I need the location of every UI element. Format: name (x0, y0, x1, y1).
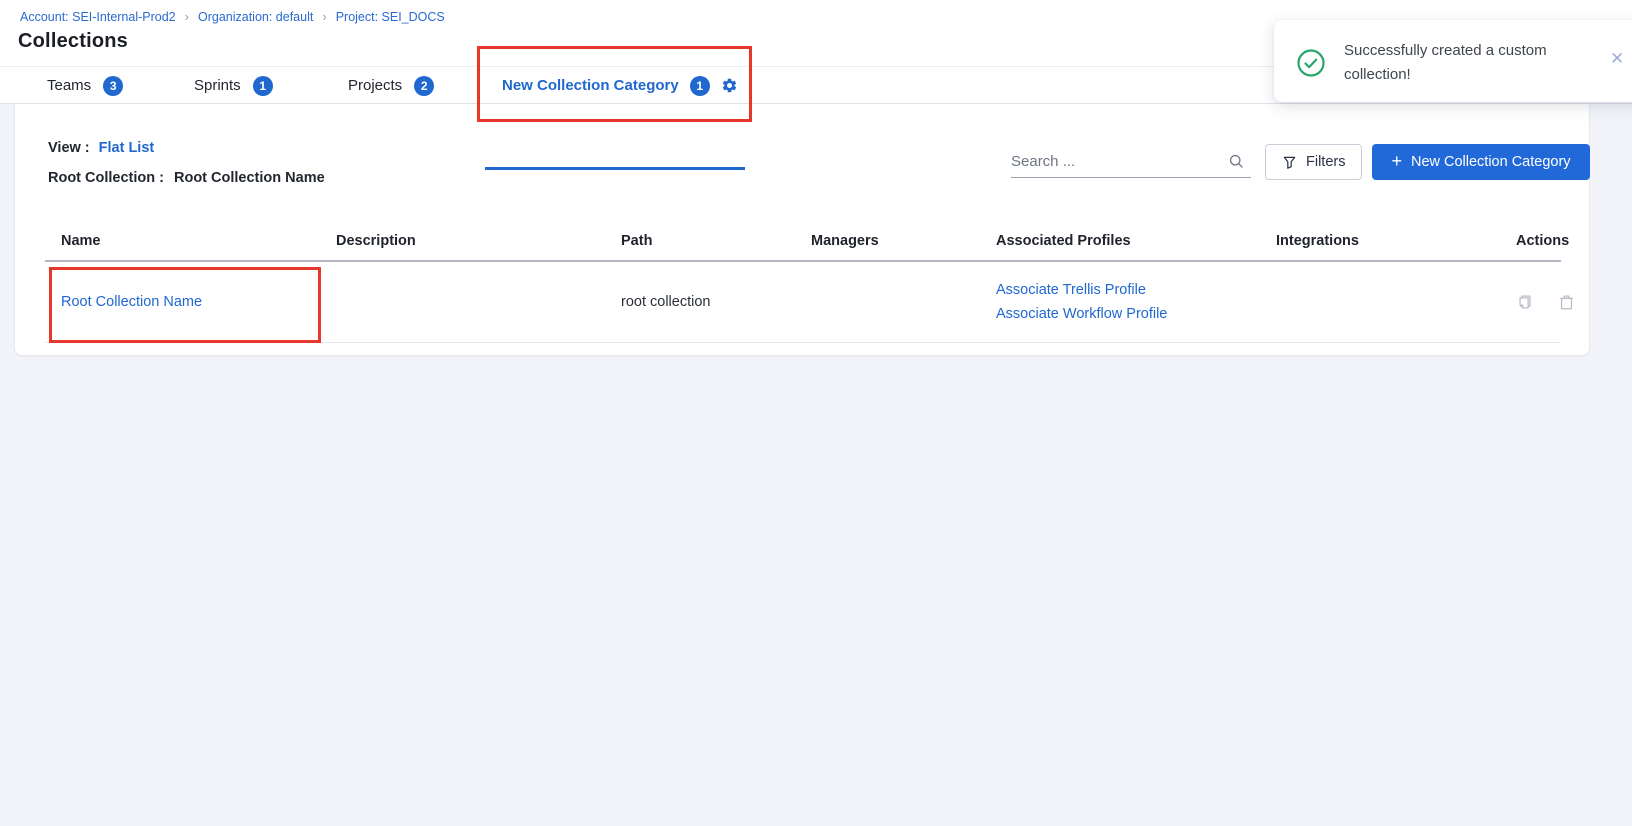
breadcrumb: Account: SEI-Internal-Prod2 › Organizati… (20, 9, 445, 24)
tab-count-badge: 3 (103, 76, 123, 96)
search-icon[interactable] (1228, 153, 1245, 170)
associate-workflow-profile-link[interactable]: Associate Workflow Profile (996, 306, 1260, 322)
filters-button-label: Filters (1306, 154, 1345, 170)
active-tab-underline (485, 167, 745, 170)
table-row-root-collection-name: Root Collection Name root collection Ass… (45, 262, 1561, 343)
tab-teams[interactable]: Teams 3 (47, 67, 123, 104)
plus-icon: + (1391, 152, 1402, 170)
cell-associated-profiles: Associate Trellis Profile Associate Work… (980, 282, 1260, 322)
column-header-integrations: Integrations (1260, 233, 1500, 249)
gear-icon[interactable] (721, 77, 738, 94)
table-header-row: Name Description Path Managers Associate… (45, 222, 1561, 260)
tab-new-collection-category[interactable]: New Collection Category 1 (502, 67, 738, 104)
cell-actions (1500, 293, 1595, 311)
copy-icon[interactable] (1516, 293, 1534, 311)
filters-button[interactable]: Filters (1265, 144, 1362, 180)
column-header-description: Description (320, 233, 605, 249)
trash-icon[interactable] (1558, 293, 1575, 311)
breadcrumb-separator: › (313, 9, 335, 24)
breadcrumb-organization[interactable]: Organization: default (198, 10, 313, 24)
tab-sprints[interactable]: Sprints 1 (194, 67, 273, 104)
column-header-path: Path (605, 233, 795, 249)
view-label: View : (48, 140, 90, 156)
success-toast: Successfully created a custom collection… (1274, 20, 1632, 102)
tab-label: New Collection Category (502, 77, 679, 94)
cell-name: Root Collection Name (45, 294, 320, 310)
tab-label: Projects (348, 77, 402, 94)
root-collection-row: Root Collection : Root Collection Name (48, 170, 325, 186)
column-header-managers: Managers (795, 233, 980, 249)
breadcrumb-project[interactable]: Project: SEI_DOCS (336, 10, 445, 24)
tab-count-badge: 2 (414, 76, 434, 96)
tab-label: Teams (47, 77, 91, 94)
close-icon[interactable]: ✕ (1610, 50, 1624, 67)
breadcrumb-account[interactable]: Account: SEI-Internal-Prod2 (20, 10, 176, 24)
new-collection-category-button[interactable]: + New Collection Category (1372, 144, 1590, 180)
tab-label: Sprints (194, 77, 241, 94)
view-selector-row: View : Flat List (48, 140, 154, 156)
search-input[interactable] (1011, 153, 1228, 170)
new-collection-category-button-label: New Collection Category (1411, 154, 1571, 170)
collections-panel: View : Flat List Root Collection : Root … (14, 104, 1590, 356)
check-circle-icon (1296, 48, 1326, 83)
tab-count-badge: 1 (690, 76, 710, 96)
column-header-associated-profiles: Associated Profiles (980, 233, 1260, 249)
page-title: Collections (18, 30, 128, 53)
column-header-actions: Actions (1500, 233, 1569, 249)
tab-count-badge: 1 (253, 76, 273, 96)
toast-message: Successfully created a custom collection… (1344, 39, 1559, 87)
search-box (1011, 146, 1251, 178)
root-collection-label: Root Collection : (48, 170, 164, 186)
associate-trellis-profile-link[interactable]: Associate Trellis Profile (996, 282, 1260, 298)
funnel-icon (1282, 155, 1297, 170)
breadcrumb-separator: › (176, 9, 198, 24)
collection-name-link[interactable]: Root Collection Name (61, 294, 202, 310)
tab-projects[interactable]: Projects 2 (348, 67, 434, 104)
root-collection-value: Root Collection Name (174, 170, 325, 186)
cell-path: root collection (605, 294, 795, 310)
view-flat-list-link[interactable]: Flat List (99, 140, 155, 156)
column-header-name: Name (45, 233, 320, 249)
collections-table: Name Description Path Managers Associate… (45, 222, 1561, 343)
